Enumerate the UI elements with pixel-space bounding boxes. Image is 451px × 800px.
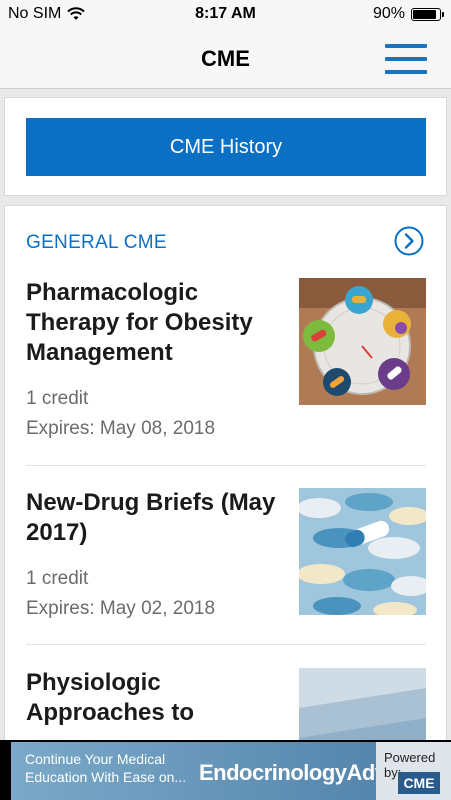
cme-logo: CME bbox=[398, 772, 440, 794]
article-thumbnail[interactable] bbox=[299, 668, 426, 745]
battery-icon bbox=[411, 7, 444, 21]
article-thumbnail[interactable] bbox=[299, 488, 426, 615]
divider bbox=[26, 465, 426, 466]
menu-line bbox=[385, 70, 427, 74]
article-title[interactable]: Pharmacologic Therapy for Obesity Manage… bbox=[26, 278, 286, 368]
general-cme-card: GENERAL CME Pharmacologic Therapy for Ob… bbox=[4, 205, 447, 745]
status-bar: No SIM 8:17 AM 90% bbox=[0, 0, 451, 30]
article-title[interactable]: New-Drug Briefs (May 2017) bbox=[26, 488, 286, 548]
article-title[interactable]: Physiologic Approaches to bbox=[26, 668, 286, 728]
section-title: GENERAL CME bbox=[26, 232, 167, 253]
menu-line bbox=[385, 57, 427, 61]
article-item[interactable]: New-Drug Briefs (May 2017) 1 credit Expi… bbox=[26, 488, 426, 628]
ad-banner[interactable]: Continue Your Medical Education With Eas… bbox=[0, 740, 451, 800]
ad-tagline: Continue Your Medical Education With Eas… bbox=[25, 751, 187, 785]
nav-bar: CME bbox=[0, 30, 451, 89]
ad-banner-content[interactable]: Continue Your Medical Education With Eas… bbox=[11, 742, 451, 800]
status-right: 90% bbox=[372, 5, 444, 23]
page-title: CME bbox=[201, 46, 250, 71]
divider bbox=[26, 644, 426, 645]
battery-fill bbox=[413, 9, 437, 19]
article-credits: 1 credit bbox=[26, 388, 89, 409]
article-item[interactable]: Pharmacologic Therapy for Obesity Manage… bbox=[26, 278, 426, 448]
article-item[interactable]: Physiologic Approaches to bbox=[26, 668, 426, 745]
chevron-right-circle-icon[interactable] bbox=[394, 226, 424, 256]
powered-by-panel: Powered by: CME bbox=[376, 742, 451, 800]
cme-history-button[interactable]: CME History bbox=[26, 118, 426, 176]
history-card: CME History bbox=[4, 97, 447, 196]
hamburger-menu-icon[interactable] bbox=[385, 44, 427, 74]
battery-percent: 90% bbox=[372, 5, 405, 22]
article-credits: 1 credit bbox=[26, 568, 89, 589]
article-expires: Expires: May 08, 2018 bbox=[26, 418, 216, 439]
article-thumbnail[interactable] bbox=[299, 278, 426, 405]
menu-line bbox=[385, 44, 427, 48]
article-expires: Expires: May 02, 2018 bbox=[26, 598, 216, 619]
